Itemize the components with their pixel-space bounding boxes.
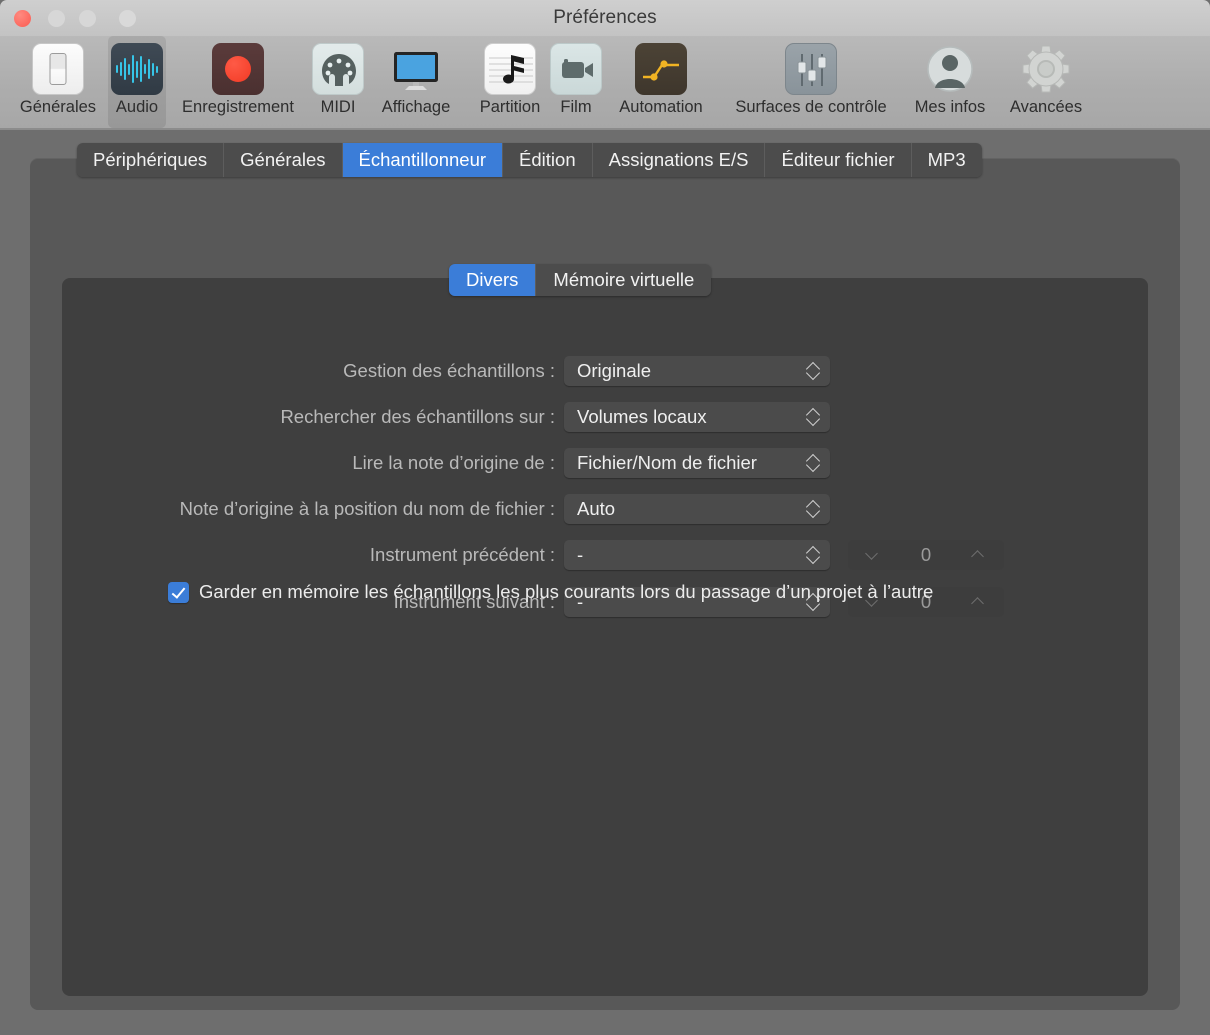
toolbar-item-affichage[interactable]: Affichage (366, 36, 466, 128)
popup-rechercher-des-echantillons-sur[interactable]: Volumes locaux (564, 402, 830, 432)
row-label: Lire la note d’origine de : (352, 452, 555, 473)
chevron-updown-icon (807, 546, 820, 564)
toolbar-item-label: Générales (19, 98, 97, 116)
toolbar-item-film[interactable]: Film (550, 36, 602, 128)
toolbar-item-partition[interactable]: Partition (466, 36, 554, 128)
form-row-gestion-des-echantillons: Gestion des échantillons : Originale (62, 356, 1148, 386)
automation-curve-icon (635, 43, 687, 95)
popup-value: Fichier/Nom de fichier (577, 452, 757, 473)
video-camera-icon (550, 43, 602, 95)
toolbar-item-automation[interactable]: Automation (600, 36, 722, 128)
record-icon (212, 43, 264, 95)
toolbar-item-label: Automation (619, 98, 703, 116)
toolbar-item-surfaces-de-controle[interactable]: Surfaces de contrôle (722, 36, 900, 128)
switch-icon (32, 43, 84, 95)
popup-note-dorigine-position-nom-fichier[interactable]: Auto (564, 494, 830, 524)
popup-value: Volumes locaux (577, 406, 707, 427)
tab-generales[interactable]: Générales (224, 143, 343, 177)
tab-peripheriques[interactable]: Périphériques (77, 143, 225, 177)
checkbox-garder-en-memoire[interactable] (168, 581, 189, 603)
toolbar-item-label: Surfaces de contrôle (735, 98, 887, 116)
tab-mp3[interactable]: MP3 (911, 143, 982, 177)
checkbox-row-garder-en-memoire[interactable]: Garder en mémoire les échantillons les p… (168, 581, 933, 603)
toolbar-item-mes-infos[interactable]: Mes infos (900, 36, 1000, 128)
stepper-instrument-precedent[interactable]: 0 (848, 540, 1004, 570)
subtab-memoire-virtuelle[interactable]: Mémoire virtuelle (536, 264, 712, 296)
row-label: Gestion des échantillons : (343, 360, 555, 381)
toolbar-item-avancees[interactable]: Avancées (1000, 36, 1092, 128)
subtab-divers[interactable]: Divers (449, 264, 537, 296)
display-icon (390, 43, 442, 95)
toolbar-item-label: Partition (479, 98, 541, 116)
tab-edition[interactable]: Édition (503, 143, 593, 177)
row-label: Rechercher des échantillons sur : (280, 406, 555, 427)
row-label: Instrument précédent : (369, 544, 555, 565)
faders-icon (785, 43, 837, 95)
chevron-up-icon[interactable] (973, 550, 985, 562)
toolbar-item-audio[interactable]: Audio (108, 36, 166, 128)
toolbar-item-generales[interactable]: Générales (8, 36, 108, 128)
gear-icon (1020, 43, 1072, 95)
music-note-icon (484, 43, 536, 95)
row-label: Note d’origine à la position du nom de f… (179, 498, 555, 519)
waveform-icon (111, 43, 163, 95)
toolbar-item-midi[interactable]: MIDI (310, 36, 366, 128)
toolbar-item-label: Film (560, 98, 592, 116)
preferences-toolbar: Générales Audio Enregistrement MIDI Affi… (0, 36, 1210, 130)
toolbar-item-label: Avancées (1009, 98, 1083, 116)
tab-echantillonneur[interactable]: Échantillonneur (342, 143, 504, 177)
midi-port-icon (312, 43, 364, 95)
tab-assignations-es[interactable]: Assignations E/S (592, 143, 766, 177)
toolbar-item-label: Mes infos (914, 98, 986, 116)
popup-value: Auto (577, 498, 616, 519)
window-titlebar: Préférences (0, 0, 1210, 36)
chevron-updown-icon (807, 362, 820, 380)
form-row-lire-la-note-dorigine-de: Lire la note d’origine de : Fichier/Nom … (62, 448, 1148, 478)
sub-tab-bar: Divers Mémoire virtuelle (449, 264, 712, 296)
form-row-instrument-precedent: Instrument précédent : - 0 (62, 540, 1148, 570)
form-row-rechercher-des-echantillons-sur: Rechercher des échantillons sur : Volume… (62, 402, 1148, 432)
tab-editeur-fichier[interactable]: Éditeur fichier (765, 143, 912, 177)
form-row-note-dorigine-position-nom-fichier: Note d’origine à la position du nom de f… (62, 494, 1148, 524)
popup-instrument-precedent[interactable]: - (564, 540, 830, 570)
popup-gestion-des-echantillons[interactable]: Originale (564, 356, 830, 386)
chevron-down-icon[interactable] (867, 547, 879, 559)
toolbar-item-label: Affichage (381, 98, 451, 116)
toolbar-item-enregistrement[interactable]: Enregistrement (168, 36, 308, 128)
toolbar-item-label: Audio (115, 98, 159, 116)
settings-panel: Divers Mémoire virtuelle Gestion des éch… (30, 158, 1180, 1010)
user-avatar-icon (924, 43, 976, 95)
preferences-content: Divers Mémoire virtuelle Gestion des éch… (0, 130, 1210, 1035)
divers-pane: Gestion des échantillons : Originale Rec… (62, 278, 1148, 996)
checkbox-label: Garder en mémoire les échantillons les p… (199, 581, 934, 602)
preferences-window: Préférences Générales Audio Enregistreme… (0, 0, 1210, 1035)
window-title: Préférences (553, 7, 657, 28)
sampler-settings-form: Gestion des échantillons : Originale Rec… (62, 278, 1148, 996)
toolbar-item-label: Enregistrement (182, 98, 294, 116)
popup-value: Originale (577, 360, 652, 381)
chevron-updown-icon (807, 408, 820, 426)
popup-value: - (577, 544, 584, 565)
toolbar-item-label: MIDI (320, 98, 356, 116)
popup-lire-la-note-dorigine-de[interactable]: Fichier/Nom de fichier (564, 448, 830, 478)
chevron-updown-icon (807, 500, 820, 518)
chevron-up-icon[interactable] (973, 597, 985, 609)
chevron-updown-icon (807, 454, 820, 472)
preferences-tab-bar: Périphériques Générales Échantillonneur … (77, 143, 982, 177)
